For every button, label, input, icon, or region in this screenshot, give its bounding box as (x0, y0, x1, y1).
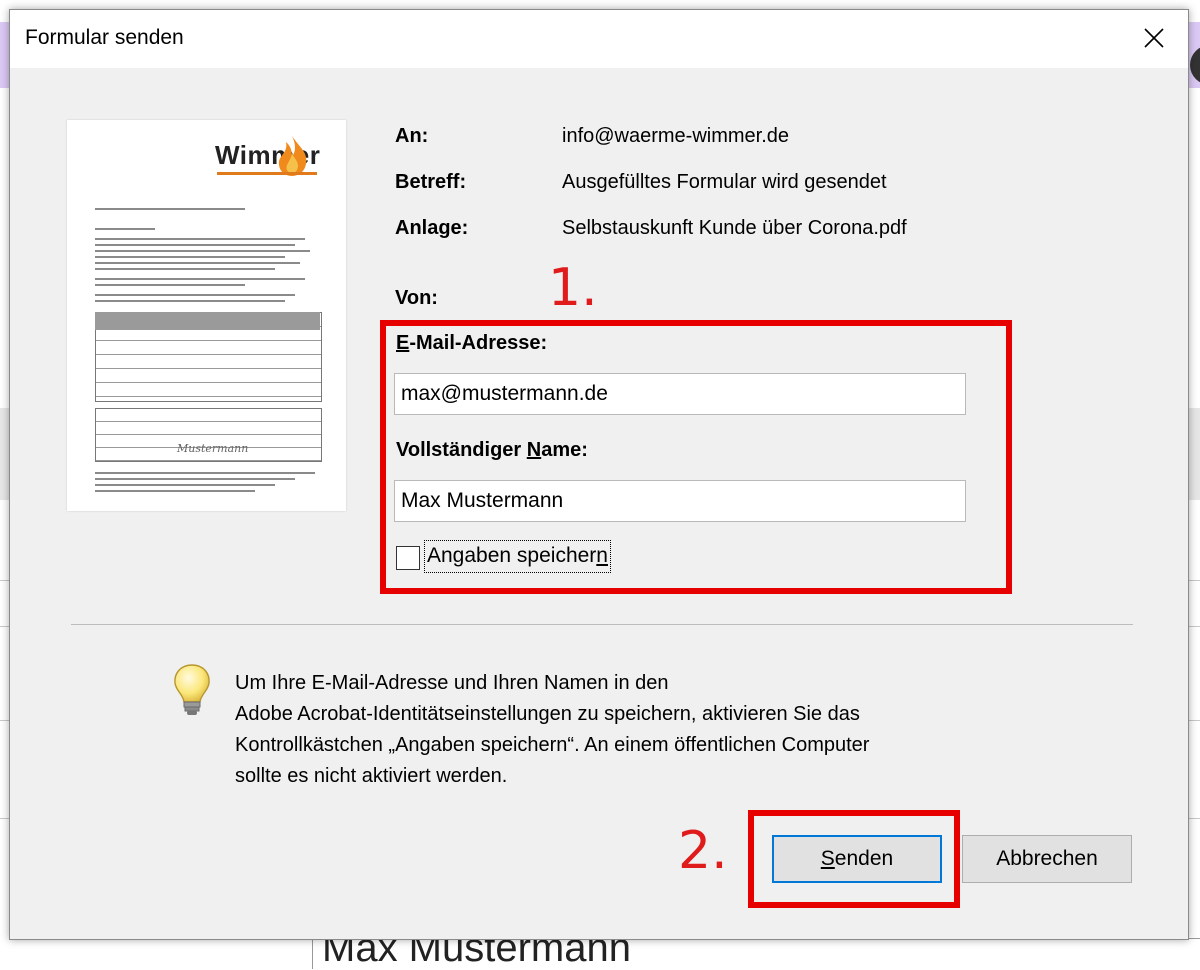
preview-footer-line (95, 478, 295, 480)
annotation-step-2: 2. (678, 821, 728, 881)
attachment-label: Anlage: (395, 217, 469, 239)
save-details-checkbox[interactable] (396, 546, 420, 570)
document-preview: Wimmer Mustermann (67, 120, 346, 511)
send-button[interactable]: Senden (772, 835, 942, 883)
preview-logo-underline (217, 172, 317, 175)
hint-line: Adobe Acrobat-Identitätseinstellungen zu… (235, 703, 860, 725)
preview-text-line (95, 228, 155, 230)
subject-value: Ausgefülltes Formular wird gesendet (562, 171, 887, 193)
preview-text-line (95, 256, 285, 258)
save-details-label[interactable]: Angaben speichern (424, 540, 611, 573)
preview-text-line (95, 244, 295, 246)
hint-line: Um Ihre E-Mail-Adresse und Ihren Namen i… (235, 672, 669, 694)
annotation-step-1: 1. (548, 258, 598, 318)
preview-text-line (95, 294, 295, 296)
dialog-titlebar: Formular senden (10, 10, 1188, 68)
cancel-button[interactable]: Abbrechen (962, 835, 1132, 883)
preview-text-line (95, 278, 305, 280)
preview-text-line (95, 300, 285, 302)
preview-signature: Mustermann (177, 442, 249, 455)
attachment-value: Selbstauskunft Kunde über Corona.pdf (562, 217, 907, 239)
preview-footer-line (95, 490, 255, 492)
separator (71, 624, 1133, 625)
subject-label: Betreff: (395, 171, 467, 193)
email-label: E-Mail-Adresse: (396, 332, 548, 354)
close-icon (1144, 28, 1164, 48)
preview-text-line (95, 250, 310, 252)
preview-text-line (95, 268, 275, 270)
send-form-dialog: Formular senden Wimmer Mustermann An: in… (9, 9, 1189, 940)
close-button[interactable] (1130, 16, 1178, 60)
preview-text-line (95, 262, 300, 264)
email-field[interactable] (394, 373, 966, 415)
preview-text-line (95, 238, 305, 240)
dialog-title: Formular senden (25, 26, 184, 49)
hint-line: Kontrollkästchen „Angaben speichern“. An… (235, 734, 870, 756)
full-name-label: Vollständiger Name: (396, 439, 588, 461)
from-label: Von: (395, 287, 438, 309)
to-label: An: (395, 125, 429, 147)
lightbulb-icon (174, 664, 210, 715)
preview-text-line (95, 208, 245, 210)
hint-line: sollte es nicht aktiviert werden. (235, 765, 508, 787)
full-name-field[interactable] (394, 480, 966, 522)
preview-footer-line (95, 484, 275, 486)
hint-text: Um Ihre E-Mail-Adresse und Ihren Namen i… (235, 668, 869, 792)
preview-text-line (95, 284, 245, 286)
to-value: info@waerme-wimmer.de (562, 125, 790, 147)
preview-footer-line (95, 472, 315, 474)
preview-table-header (95, 312, 320, 330)
